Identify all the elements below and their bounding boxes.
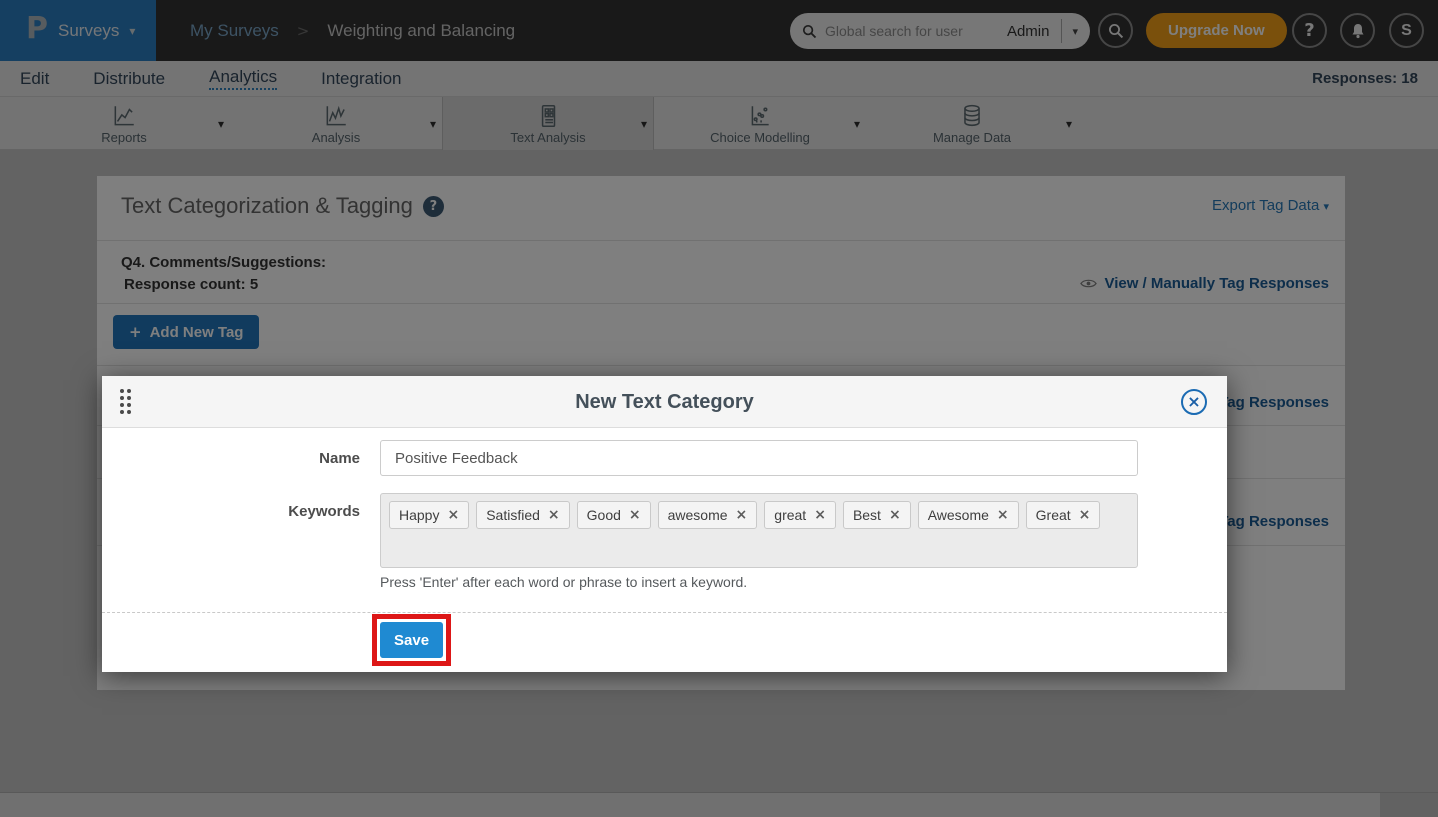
remove-tag-icon[interactable]: ×: [736, 508, 748, 522]
drag-handle-icon[interactable]: [120, 389, 131, 414]
app-window: P Surveys ▾ My Surveys > Weighting and B…: [0, 0, 1438, 817]
modal-header: New Text Category ×: [102, 376, 1227, 428]
keyword-tag: Great ×: [1026, 501, 1101, 529]
keyword-tag: Good ×: [577, 501, 651, 529]
category-name-input[interactable]: [380, 440, 1138, 476]
divider: [102, 612, 1227, 613]
remove-tag-icon[interactable]: ×: [548, 508, 560, 522]
keyword-tag: Awesome ×: [918, 501, 1019, 529]
remove-tag-icon[interactable]: ×: [814, 508, 826, 522]
keywords-helper-text: Press 'Enter' after each word or phrase …: [380, 574, 747, 590]
remove-tag-icon[interactable]: ×: [447, 508, 459, 522]
save-button[interactable]: Save: [380, 622, 443, 658]
keyword-tag: Satisfied ×: [476, 501, 569, 529]
name-label: Name: [102, 450, 360, 467]
remove-tag-icon[interactable]: ×: [997, 508, 1009, 522]
remove-tag-icon[interactable]: ×: [629, 508, 641, 522]
keywords-label: Keywords: [102, 503, 360, 520]
new-text-category-modal: New Text Category × Name Keywords Happy …: [102, 376, 1227, 672]
close-button[interactable]: ×: [1181, 389, 1207, 415]
remove-tag-icon[interactable]: ×: [889, 508, 901, 522]
modal-title: New Text Category: [102, 376, 1227, 428]
keyword-tag: great ×: [764, 501, 836, 529]
keyword-tag: Happy ×: [389, 501, 469, 529]
close-icon: ×: [1187, 394, 1200, 410]
annotation-highlight-box: Save: [372, 614, 451, 666]
keyword-tag: Best ×: [843, 501, 911, 529]
keyword-tag: awesome ×: [658, 501, 758, 529]
remove-tag-icon[interactable]: ×: [1079, 508, 1091, 522]
keywords-input-area[interactable]: Happy × Satisfied × Good × awesome ×: [380, 493, 1138, 568]
